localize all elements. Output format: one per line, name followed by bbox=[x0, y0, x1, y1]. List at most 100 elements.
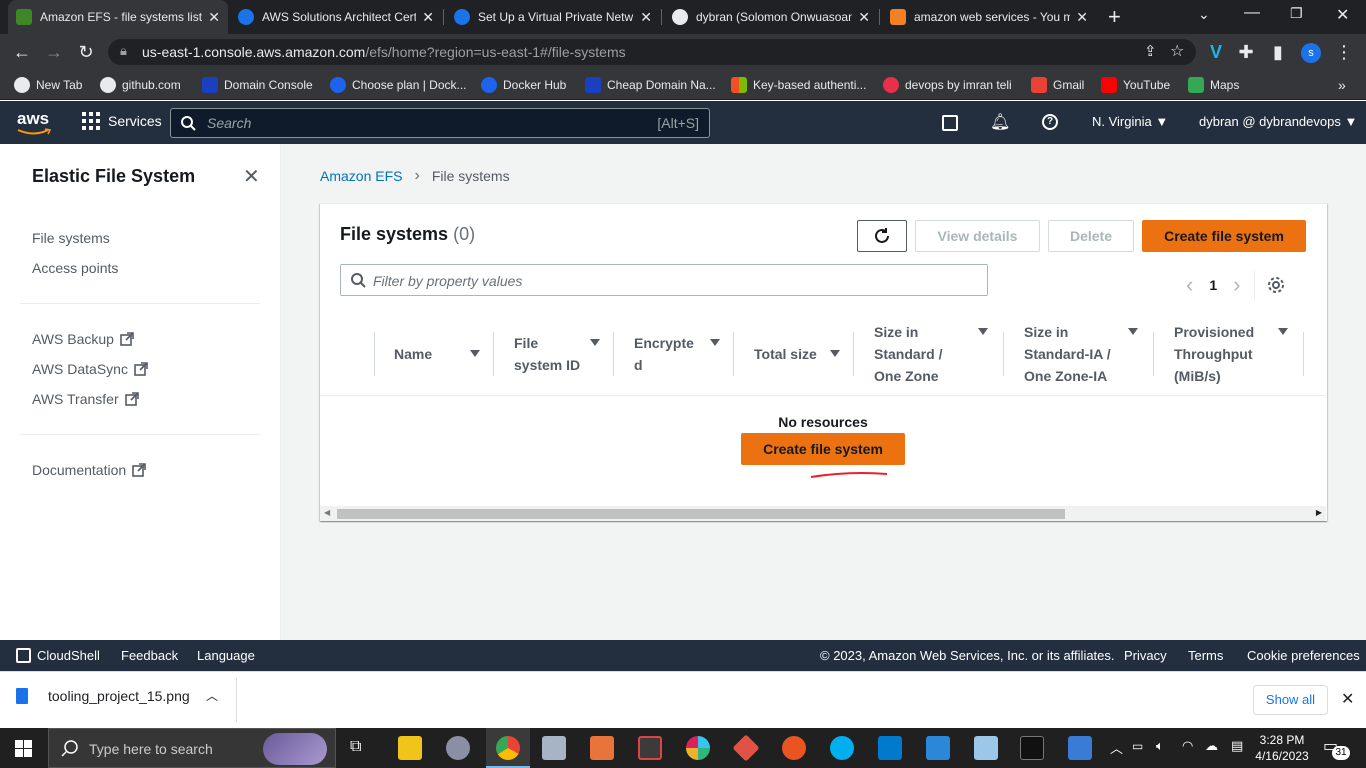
bookmark-github[interactable]: github.com bbox=[100, 76, 181, 94]
side-panel-icon[interactable]: ▮ bbox=[1266, 40, 1290, 64]
previous-page-icon[interactable]: ‹ bbox=[1186, 272, 1193, 298]
battery-icon[interactable]: ▭ bbox=[1132, 739, 1143, 753]
task-view-icon[interactable]: ⧉ bbox=[350, 738, 361, 756]
bookmark-docker-hub[interactable]: Docker Hub bbox=[481, 76, 566, 94]
bookmark-domain-console[interactable]: Domain Console bbox=[202, 76, 313, 94]
notifications-icon[interactable]: ▭ 31 bbox=[1323, 736, 1350, 760]
forward-icon[interactable]: → bbox=[42, 40, 66, 64]
aws-search-input[interactable]: Search [Alt+S] bbox=[170, 108, 710, 138]
skype-icon[interactable] bbox=[830, 736, 854, 760]
slack-icon[interactable] bbox=[686, 736, 710, 760]
bookmark-cheap-domain[interactable]: Cheap Domain Na... bbox=[585, 76, 716, 94]
bookmark-docker-plan[interactable]: Choose plan | Dock... bbox=[330, 76, 467, 94]
close-tab-icon[interactable]: ✕ bbox=[640, 9, 652, 26]
chrome-taskbar-button[interactable] bbox=[486, 728, 530, 768]
profile-avatar[interactable]: s bbox=[1301, 43, 1321, 63]
share-icon[interactable]: ⇪ bbox=[1144, 42, 1157, 60]
footer-feedback[interactable]: Feedback bbox=[121, 648, 178, 663]
column-header-total-size[interactable]: Total size bbox=[754, 312, 854, 395]
back-icon[interactable]: ← bbox=[10, 40, 34, 64]
close-tab-icon[interactable]: ✕ bbox=[208, 9, 220, 26]
terminal-icon[interactable] bbox=[1020, 736, 1044, 760]
address-bar[interactable]: 🔒︎ us-east-1.console.aws.amazon.com/efs/… bbox=[108, 39, 1196, 65]
column-header-name[interactable]: Name bbox=[394, 312, 494, 395]
bookmark-star-icon[interactable]: ☆ bbox=[1170, 41, 1184, 61]
sidebar-item-aws-backup[interactable]: AWS Backup bbox=[32, 331, 134, 347]
close-tab-icon[interactable]: ✕ bbox=[858, 9, 870, 26]
taskbar-app-icon[interactable] bbox=[446, 736, 470, 760]
create-file-system-button[interactable]: Create file system bbox=[1142, 220, 1306, 252]
vscode-icon[interactable] bbox=[878, 736, 902, 760]
notifications-bell-icon[interactable]: 🔔︎ bbox=[990, 112, 1010, 132]
new-tab-icon[interactable]: + bbox=[1108, 4, 1121, 30]
bookmark-maps[interactable]: Maps bbox=[1188, 76, 1239, 94]
tab-aws-solutions-architect[interactable]: AWS Solutions Architect Certi ✕ bbox=[230, 0, 442, 34]
restore-icon[interactable]: ❐ bbox=[1290, 5, 1303, 22]
tab-amazon-efs[interactable]: Amazon EFS - file systems list ✕ bbox=[8, 0, 228, 34]
account-menu[interactable]: dybran @ dybrandevops ▼ bbox=[1199, 114, 1357, 129]
scrollbar-thumb[interactable] bbox=[337, 509, 1065, 519]
delete-button[interactable]: Delete bbox=[1048, 220, 1134, 252]
footer-privacy[interactable]: Privacy bbox=[1124, 648, 1167, 663]
chrome-menu-icon[interactable]: ⋮ bbox=[1332, 40, 1356, 64]
wifi-icon[interactable]: ◠ bbox=[1182, 738, 1193, 754]
vimeo-extension-icon[interactable]: V bbox=[1204, 40, 1228, 64]
horizontal-scrollbar[interactable]: ◀ ▶ bbox=[320, 506, 1326, 521]
column-header-file-system-id[interactable]: File system ID bbox=[514, 312, 600, 395]
column-header-provisioned-throughput[interactable]: Provisioned Throughput (MiB/s) bbox=[1174, 312, 1288, 395]
footer-terms[interactable]: Terms bbox=[1188, 648, 1223, 663]
download-item[interactable]: tooling_project_15.png ︿ bbox=[16, 687, 236, 704]
footer-cookie-preferences[interactable]: Cookie preferences bbox=[1247, 648, 1360, 663]
onedrive-cloud-icon[interactable]: ☁︎ bbox=[1205, 738, 1218, 754]
minimize-icon[interactable]: — bbox=[1244, 4, 1260, 22]
taskbar-app-icon[interactable] bbox=[974, 736, 998, 760]
column-header-size-standard[interactable]: Size in Standard / One Zone bbox=[874, 312, 988, 395]
bookmark-gmail[interactable]: Gmail bbox=[1031, 76, 1084, 94]
file-explorer-icon[interactable] bbox=[398, 736, 422, 760]
footer-cloudshell[interactable]: CloudShell bbox=[16, 648, 100, 663]
clock[interactable]: 3:28 PM 4/16/2023 bbox=[1255, 732, 1309, 764]
taskbar-app-icon[interactable] bbox=[926, 736, 950, 760]
current-page[interactable]: 1 bbox=[1209, 277, 1217, 293]
services-menu-button[interactable]: Services bbox=[82, 112, 162, 130]
breadcrumb-link-amazon-efs[interactable]: Amazon EFS bbox=[320, 168, 402, 184]
sidebar-item-aws-datasync[interactable]: AWS DataSync bbox=[32, 361, 148, 377]
column-header-size-standard-ia[interactable]: Size in Standard-IA / One Zone-IA bbox=[1024, 312, 1138, 395]
bookmark-devops-imran[interactable]: devops by imran teli bbox=[883, 76, 1012, 94]
keyboard-icon[interactable]: ▤ bbox=[1231, 738, 1243, 754]
show-all-downloads-button[interactable]: Show all bbox=[1253, 685, 1328, 715]
close-downloads-icon[interactable]: ✕ bbox=[1341, 689, 1354, 709]
scroll-right-icon[interactable]: ▶ bbox=[1316, 508, 1322, 517]
bookmark-youtube[interactable]: YouTube bbox=[1101, 76, 1170, 94]
chevron-up-icon[interactable]: ︿ bbox=[206, 687, 218, 704]
settings-gear-icon[interactable] bbox=[1267, 276, 1285, 294]
ubuntu-icon[interactable] bbox=[782, 736, 806, 760]
close-window-icon[interactable]: ✕ bbox=[1336, 5, 1349, 25]
windows-start-icon[interactable] bbox=[15, 740, 32, 757]
empty-create-file-system-button[interactable]: Create file system bbox=[741, 433, 905, 465]
next-page-icon[interactable]: › bbox=[1233, 272, 1240, 298]
taskbar-app-icon[interactable] bbox=[542, 736, 566, 760]
volume-icon[interactable]: 🔈︎ bbox=[1156, 738, 1164, 754]
close-sidebar-icon[interactable]: ✕ bbox=[243, 164, 260, 189]
close-tab-icon[interactable]: ✕ bbox=[422, 9, 434, 26]
scroll-left-icon[interactable]: ◀ bbox=[324, 508, 330, 517]
bookmark-new-tab[interactable]: New Tab bbox=[14, 76, 82, 94]
tab-github-dybran[interactable]: dybran (Solomon Onwuasoan ✕ bbox=[664, 0, 878, 34]
cloudshell-icon[interactable] bbox=[942, 115, 958, 131]
view-details-button[interactable]: View details bbox=[915, 220, 1040, 252]
column-header-encrypted[interactable]: Encrypte d bbox=[634, 312, 720, 395]
sidebar-item-file-systems[interactable]: File systems bbox=[32, 230, 110, 246]
tab-set-up-vpn[interactable]: Set Up a Virtual Private Netw ✕ bbox=[446, 0, 660, 34]
extensions-puzzle-icon[interactable]: ✚ bbox=[1234, 40, 1258, 64]
region-selector[interactable]: N. Virginia ▼ bbox=[1092, 114, 1168, 129]
bookmark-key-auth[interactable]: Key-based authenti... bbox=[731, 76, 866, 94]
sidebar-item-aws-transfer[interactable]: AWS Transfer bbox=[32, 391, 139, 407]
sidebar-title[interactable]: Elastic File System bbox=[32, 166, 195, 187]
footer-language[interactable]: Language bbox=[197, 648, 255, 663]
aws-logo[interactable]: aws bbox=[17, 109, 51, 135]
more-bookmarks-icon[interactable]: » bbox=[1338, 76, 1346, 94]
tab-search-chevron-icon[interactable]: ⌄ bbox=[1198, 6, 1210, 23]
tab-stackoverflow[interactable]: amazon web services - You m ✕ bbox=[882, 0, 1096, 34]
close-tab-icon[interactable]: ✕ bbox=[1076, 9, 1088, 26]
